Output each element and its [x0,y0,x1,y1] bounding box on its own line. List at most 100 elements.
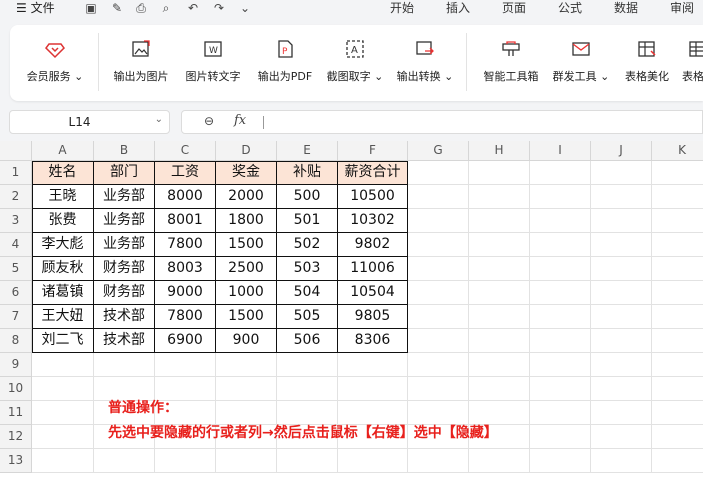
cell-e11[interactable] [277,401,338,425]
row-header-13[interactable]: 13 [0,449,32,473]
row-header-10[interactable]: 10 [0,377,32,401]
cell-d7[interactable]: 1500 [216,305,277,329]
cell-j11[interactable] [591,401,652,425]
cell-k10[interactable] [652,377,703,401]
cell-k7[interactable] [652,305,703,329]
cell-k4[interactable] [652,233,703,257]
cell-i2[interactable] [530,185,591,209]
cell-d13[interactable] [216,449,277,473]
tab-data[interactable]: 数据 [614,0,638,16]
cell-g5[interactable] [408,257,469,281]
cell-c1[interactable]: 工资 [155,161,216,185]
image-to-text-button[interactable]: W 图片转文字 [180,25,246,101]
cell-b5[interactable]: 财务部 [94,257,155,281]
cell-c7[interactable]: 7800 [155,305,216,329]
tab-page[interactable]: 页面 [502,0,526,16]
cell-k12[interactable] [652,425,703,449]
cell-c2[interactable]: 8000 [155,185,216,209]
cell-k9[interactable] [652,353,703,377]
cell-a13[interactable] [32,449,94,473]
cell-j9[interactable] [591,353,652,377]
cell-d8[interactable]: 900 [216,329,277,353]
tab-insert[interactable]: 插入 [446,0,470,16]
row-header-9[interactable]: 9 [0,353,32,377]
cell-j2[interactable] [591,185,652,209]
cell-f2[interactable]: 10500 [338,185,408,209]
cell-c9[interactable] [155,353,216,377]
cell-f7[interactable]: 9805 [338,305,408,329]
cell-d2[interactable]: 2000 [216,185,277,209]
cell-f3[interactable]: 10302 [338,209,408,233]
cell-e6[interactable]: 504 [277,281,338,305]
cell-c6[interactable]: 9000 [155,281,216,305]
cell-b3[interactable]: 业务部 [94,209,155,233]
cell-g4[interactable] [408,233,469,257]
cell-j12[interactable] [591,425,652,449]
tab-formula[interactable]: 公式 [558,0,582,16]
cell-k8[interactable] [652,329,703,353]
column-header-c[interactable]: C [155,141,216,161]
cell-a5[interactable]: 顾友秋 [32,257,94,281]
cell-j10[interactable] [591,377,652,401]
cell-j13[interactable] [591,449,652,473]
file-menu[interactable]: ☰ 文件 [16,0,55,16]
cell-b6[interactable]: 财务部 [94,281,155,305]
cell-j8[interactable] [591,329,652,353]
column-header-g[interactable]: G [408,141,469,161]
column-header-k[interactable]: K [652,141,703,161]
row-header-6[interactable]: 6 [0,281,32,305]
cell-k5[interactable] [652,257,703,281]
cell-b8[interactable]: 技术部 [94,329,155,353]
cell-i13[interactable] [530,449,591,473]
cell-a1[interactable]: 姓名 [32,161,94,185]
cell-i11[interactable] [530,401,591,425]
cell-a11[interactable] [32,401,94,425]
redo-icon[interactable]: ↷ [212,1,226,15]
row-header-4[interactable]: 4 [0,233,32,257]
cell-i9[interactable] [530,353,591,377]
cell-e3[interactable]: 501 [277,209,338,233]
row-header-1[interactable]: 1 [0,161,32,185]
cell-a7[interactable]: 王大妞 [32,305,94,329]
cell-b1[interactable]: 部门 [94,161,155,185]
cell-c5[interactable]: 8003 [155,257,216,281]
row-header-5[interactable]: 5 [0,257,32,281]
cell-a2[interactable]: 王晓 [32,185,94,209]
cell-c8[interactable]: 6900 [155,329,216,353]
cell-d6[interactable]: 1000 [216,281,277,305]
name-box[interactable]: L14 ⌄ [9,110,170,134]
cell-h6[interactable] [469,281,530,305]
cell-a9[interactable] [32,353,94,377]
cell-k2[interactable] [652,185,703,209]
formula-bar[interactable]: ⊖ fx [181,110,703,134]
cell-b4[interactable]: 业务部 [94,233,155,257]
spreadsheet-grid[interactable]: A B C D E F G H I J K 1 姓名 部门 工资 奖金 补贴 薪资合计 2 王晓 业务部 8000 2000… [0,141,703,479]
cell-e8[interactable]: 506 [277,329,338,353]
cell-d5[interactable]: 2500 [216,257,277,281]
cell-i8[interactable] [530,329,591,353]
column-header-d[interactable]: D [216,141,277,161]
print-icon[interactable]: ⎙ [134,1,148,15]
cell-i5[interactable] [530,257,591,281]
cell-a4[interactable]: 李大彪 [32,233,94,257]
cell-i6[interactable] [530,281,591,305]
cell-i12[interactable] [530,425,591,449]
cell-e9[interactable] [277,353,338,377]
undo-icon[interactable]: ↶ [186,1,200,15]
cell-g8[interactable] [408,329,469,353]
chevron-down-icon[interactable]: ⌄ [238,1,252,15]
cell-f13[interactable] [338,449,408,473]
smart-toolbox-button[interactable]: 智能工具箱 [476,25,546,101]
cell-d11[interactable] [216,401,277,425]
save-icon[interactable]: ▣ [84,1,98,15]
column-header-f[interactable]: F [338,141,408,161]
cell-j6[interactable] [591,281,652,305]
cell-a12[interactable] [32,425,94,449]
cell-h3[interactable] [469,209,530,233]
cell-e4[interactable]: 502 [277,233,338,257]
cell-h10[interactable] [469,377,530,401]
cell-c13[interactable] [155,449,216,473]
cell-h7[interactable] [469,305,530,329]
row-header-2[interactable]: 2 [0,185,32,209]
cell-e1[interactable]: 补贴 [277,161,338,185]
